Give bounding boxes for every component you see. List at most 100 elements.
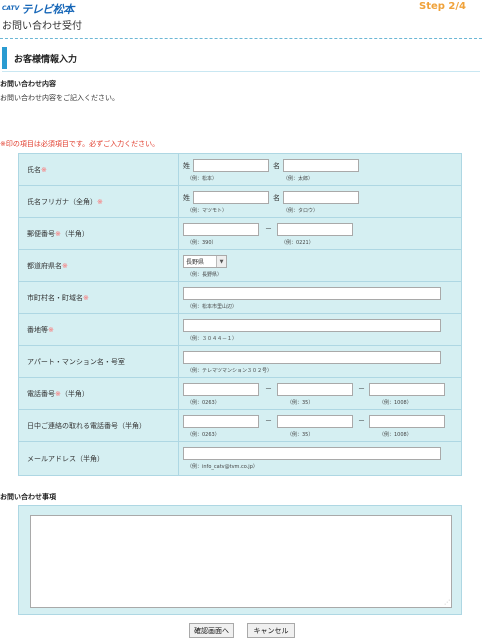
phone-field-cell: － － （例：0263） （例：35） （例：1008） [178,377,462,410]
example-text: （例：太郎） [283,176,314,182]
name-field-cell: 姓 名 （例：松本） （例：太郎） [178,153,462,186]
form-row-city: 市町村名・町域名※ （例：松本市里山辺） [18,281,462,314]
customer-info-form: 氏名※ 姓 名 （例：松本） （例：太郎） 氏名フリガナ（全角）※ 姓 名 （例… [18,153,462,476]
day-phone-label-cell: 日中ご連絡の取れる電話番号（半角） [18,409,179,442]
sei-prefix: 姓 [183,162,190,170]
dash-separator: － [358,385,365,393]
example-text: （例：松本市里山辺） [187,304,238,310]
building-label-cell: アパート・マンション名・号室 [18,345,179,378]
address-label-cell: 番地等※ [18,313,179,346]
dash-separator: － [265,225,272,233]
example-text: （例：テレマツマンション３０２号） [187,368,273,374]
form-row-prefecture: 都道府県名※ 長野県 ▼ （例：長野県） [18,249,462,282]
address-field-cell: （例：３０４４－１） [178,313,462,346]
form-row-kana: 氏名フリガナ（全角）※ 姓 名 （例：マツモト） （例：タロウ） [18,185,462,218]
phone-label: 電話番号 [27,389,55,398]
resize-handle-icon[interactable]: ⋰ [444,600,450,606]
dash-separator: － [358,417,365,425]
form-row-postal: 郵便番号※（半角） － （例：390） （例：0221） [18,217,462,250]
form-row-building: アパート・マンション名・号室 （例：テレマツマンション３０２号） [18,345,462,378]
building-label: アパート・マンション名・号室 [27,357,125,366]
day-phone-field-cell: － － （例：0263） （例：35） （例：1008） [178,409,462,442]
example-text: （例：1008） [379,400,412,406]
dash-separator: － [265,417,272,425]
example-text: （例：３０４４－１） [187,336,238,342]
example-text: （例：長野県） [187,272,223,278]
example-text: （例：35） [287,432,314,438]
prefecture-label: 都道府県名 [27,261,62,270]
phone-second-input[interactable] [277,383,353,396]
prefecture-label-cell: 都道府県名※ [18,249,179,282]
example-text: （例：タロウ） [283,208,319,214]
form-row-email: メールアドレス（半角） （例：info_catv@tvm.co.jp） [18,441,462,476]
section-header: お客様情報入力 [2,47,480,72]
phone-first-input[interactable] [183,383,259,396]
kana-label-cell: 氏名フリガナ（全角）※ [18,185,179,218]
day-phone-label: 日中ご連絡の取れる電話番号（半角） [27,421,146,430]
cancel-button[interactable]: キャンセル [247,623,295,638]
name-label: 氏名 [27,165,41,174]
postal-code-first-input[interactable] [183,223,259,236]
city-field-cell: （例：松本市里山辺） [178,281,462,314]
postal-label: 郵便番号 [27,229,55,238]
day-phone-first-input[interactable] [183,415,259,428]
example-text: （例：1008） [379,432,412,438]
form-row-name: 氏名※ 姓 名 （例：松本） （例：太郎） [18,153,462,186]
day-phone-third-input[interactable] [369,415,445,428]
required-mark: ※ [83,293,89,302]
message-textarea[interactable]: ⋰ [30,515,452,608]
address-input[interactable] [183,319,441,332]
required-note: ※印の項目は必須項目です。必ずご入力ください。 [0,140,160,148]
prefecture-field-cell: 長野県 ▼ （例：長野県） [178,249,462,282]
email-label-cell: メールアドレス（半角） [18,441,179,476]
required-mark: ※ [41,165,47,174]
phone-third-input[interactable] [369,383,445,396]
example-text: （例：35） [287,400,314,406]
phone-label-cell: 電話番号※（半角） [18,377,179,410]
section-accent-bar [2,47,7,69]
form-row-phone: 電話番号※（半角） － － （例：0263） （例：35） （例：1008） [18,377,462,410]
header-divider [0,38,482,39]
city-label: 市町村名・町域名 [27,293,83,302]
example-text: （例：0263） [187,400,220,406]
city-input[interactable] [183,287,441,300]
kana-label: 氏名フリガナ（全角） [27,197,97,206]
building-input[interactable] [183,351,441,364]
day-phone-second-input[interactable] [277,415,353,428]
inquiry-description: お問い合わせ内容をご記入ください。 [0,94,119,102]
first-name-kana-input[interactable] [283,191,359,204]
kana-field-cell: 姓 名 （例：マツモト） （例：タロウ） [178,185,462,218]
example-text: （例：マツモト） [187,208,228,214]
page-header: CATV テレビ松本 お問い合わせ受付 Step 2/4 [0,0,482,34]
prefecture-select[interactable]: 長野県 ▼ [183,255,227,268]
building-field-cell: （例：テレマツマンション３０２号） [178,345,462,378]
city-label-cell: 市町村名・町域名※ [18,281,179,314]
example-text: （例：0221） [281,240,314,246]
example-text: （例：info_catv@tvm.co.jp） [187,464,258,470]
form-row-day-phone: 日中ご連絡の取れる電話番号（半角） － － （例：0263） （例：35） （例… [18,409,462,442]
dash-separator: － [265,385,272,393]
chevron-down-icon[interactable]: ▼ [216,256,226,267]
logo: CATV テレビ松本 [2,2,74,16]
section-title: お客様情報入力 [14,55,78,65]
message-heading: お問い合わせ事項 [0,493,56,501]
postal-code-second-input[interactable] [277,223,353,236]
message-container: ⋰ [18,505,462,615]
address-label: 番地等 [27,325,48,334]
example-text: （例：390） [187,240,217,246]
last-name-input[interactable] [193,159,269,172]
prefecture-selected-value: 長野県 [186,259,205,266]
required-mark: ※ [62,261,68,270]
page-title: お問い合わせ受付 [2,21,82,32]
mei-prefix: 名 [273,194,280,202]
confirm-button[interactable]: 確認画面へ [189,623,234,638]
email-input[interactable] [183,447,441,460]
form-row-address: 番地等※ （例：３０４４－１） [18,313,462,346]
logo-mark: CATV [2,4,20,12]
first-name-input[interactable] [283,159,359,172]
sei-prefix: 姓 [183,194,190,202]
mei-prefix: 名 [273,162,280,170]
name-label-cell: 氏名※ [18,153,179,186]
postal-label-cell: 郵便番号※（半角） [18,217,179,250]
last-name-kana-input[interactable] [193,191,269,204]
